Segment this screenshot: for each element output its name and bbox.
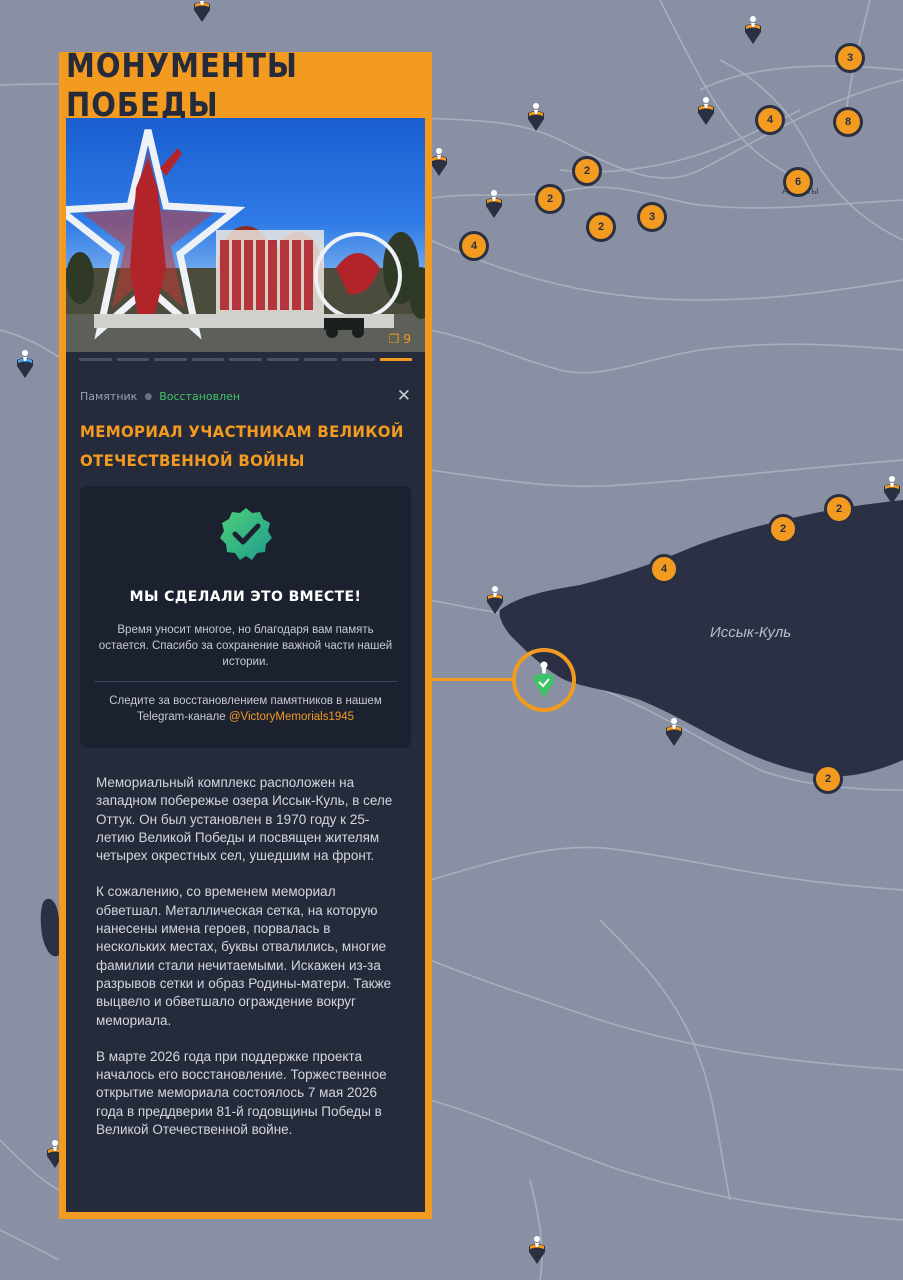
gallery-icon: ❐ [388, 332, 400, 346]
monument-meta: Памятник ● Восстановлен ✕ [66, 361, 425, 405]
photo-progress [66, 352, 425, 361]
monument-description: Мемориальный комплекс расположен на запа… [66, 748, 425, 1139]
monument-pin-icon[interactable] [525, 101, 547, 131]
map-cluster[interactable]: 2 [586, 212, 616, 242]
monument-pin-icon[interactable] [881, 474, 903, 504]
selected-monument-pin-icon[interactable] [532, 660, 556, 698]
monument-pin-icon[interactable] [191, 0, 213, 22]
map-cluster[interactable]: 3 [637, 202, 667, 232]
monument-pin-icon[interactable] [695, 95, 717, 125]
monument-type: Памятник [80, 390, 138, 403]
monument-pin-icon[interactable] [663, 716, 685, 746]
status-badge: Восстановлен [159, 390, 241, 403]
map-cluster[interactable]: 2 [813, 764, 843, 794]
monument-panel: МОНУМЕНТЫ ПОБЕДЫ ❐ 9 Памятник ● Восстано… [59, 46, 432, 1219]
map-water-patch [40, 898, 59, 957]
map-cluster[interactable]: 4 [459, 231, 489, 261]
monument-pin-icon[interactable] [484, 584, 506, 614]
monument-pin-icon[interactable] [483, 188, 505, 218]
description-paragraph: В марте 2026 года при поддержке проекта … [96, 1048, 387, 1138]
card-divider [94, 681, 397, 682]
monument-pin-icon[interactable] [742, 14, 764, 44]
memorial-photo-image [66, 129, 425, 352]
slide-indicator[interactable] [79, 358, 112, 361]
map-cluster[interactable]: 2 [572, 156, 602, 186]
issyk-kul-lake [499, 500, 903, 777]
map-cluster[interactable]: 6 [783, 167, 813, 197]
monument-details: ❐ 9 Памятник ● Восстановлен ✕ МЕМОРИАЛ У… [66, 118, 425, 1212]
meta-separator: ● [144, 391, 153, 402]
map-cluster[interactable]: 2 [768, 514, 798, 544]
description-paragraph: К сожалению, со временем мемориал обветш… [96, 884, 392, 1028]
verified-badge-icon [219, 508, 272, 560]
monument-pin-icon[interactable] [526, 1234, 548, 1264]
restoration-card: МЫ СДЕЛАЛИ ЭТО ВМЕСТЕ! Время уносит мног… [80, 486, 411, 748]
map-cluster[interactable]: 4 [649, 554, 679, 584]
slide-indicator[interactable] [304, 358, 337, 361]
telegram-note: Следите за восстановлением памятников в … [109, 695, 382, 723]
description-paragraph: Мемориальный комплекс расположен на запа… [96, 775, 393, 864]
selection-connector [430, 678, 514, 681]
slide-indicator[interactable] [154, 358, 187, 361]
map-cluster[interactable]: 8 [833, 107, 863, 137]
slide-indicator[interactable] [341, 358, 375, 361]
slide-indicator-active[interactable] [379, 358, 413, 361]
app-title: МОНУМЕНТЫ ПОБЕДЫ [66, 45, 298, 125]
map-cluster[interactable]: 4 [755, 105, 785, 135]
map-cluster[interactable]: 2 [535, 184, 565, 214]
monument-pin-icon[interactable] [14, 348, 36, 378]
panel-header: МОНУМЕНТЫ ПОБЕДЫ [66, 46, 425, 124]
photo-counter: ❐ 9 [388, 332, 411, 346]
card-text: Время уносит многое, но благодаря вам па… [98, 624, 393, 668]
slide-indicator[interactable] [266, 358, 300, 361]
map-cluster[interactable]: 2 [824, 494, 854, 524]
map-cluster[interactable]: 3 [835, 43, 865, 73]
slide-indicator[interactable] [229, 358, 262, 361]
slide-indicator[interactable] [191, 358, 225, 361]
card-title: МЫ СДЕЛАЛИ ЭТО ВМЕСТЕ! [129, 589, 362, 605]
telegram-link[interactable]: @VictoryMemorials1945 [229, 711, 354, 723]
slide-indicator[interactable] [116, 358, 150, 361]
monument-photo[interactable]: ❐ 9 [66, 118, 425, 352]
monument-title: МЕМОРИАЛ УЧАСТНИКАМ ВЕЛИКОЙ ОТЕЧЕСТВЕННО… [80, 421, 404, 471]
lake-label: Иссык-Куль [710, 624, 792, 641]
